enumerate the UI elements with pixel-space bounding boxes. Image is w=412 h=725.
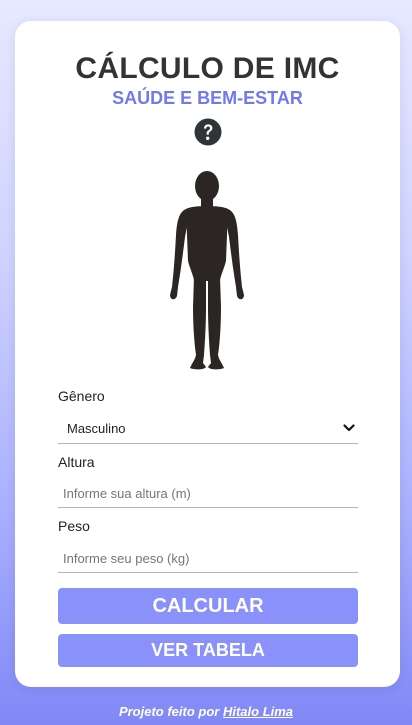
gender-select[interactable]: Masculino <box>58 415 358 444</box>
height-input[interactable] <box>58 480 358 508</box>
question-circle-icon[interactable] <box>194 118 222 146</box>
page-title: CÁLCULO DE IMC <box>75 52 340 85</box>
weight-input[interactable] <box>58 545 358 573</box>
footer: Projeto feito por Hitalo Lima <box>0 704 412 720</box>
view-table-button[interactable]: VER TABELA <box>58 634 358 667</box>
human-silhouette-icon <box>170 171 244 370</box>
imc-card: CÁLCULO DE IMC SAÚDE E BEM-ESTAR Gênero … <box>15 21 400 687</box>
author-link[interactable]: Hitalo Lima <box>223 704 293 719</box>
chevron-down-icon <box>343 424 355 432</box>
weight-label: Peso <box>58 518 90 534</box>
gender-select-value: Masculino <box>67 421 126 436</box>
height-label: Altura <box>58 454 95 470</box>
gender-label: Gênero <box>58 388 105 404</box>
footer-text: Projeto feito por <box>118 704 220 719</box>
page-subtitle: SAÚDE E BEM-ESTAR <box>112 88 303 108</box>
calculate-button[interactable]: CALCULAR <box>58 588 358 624</box>
